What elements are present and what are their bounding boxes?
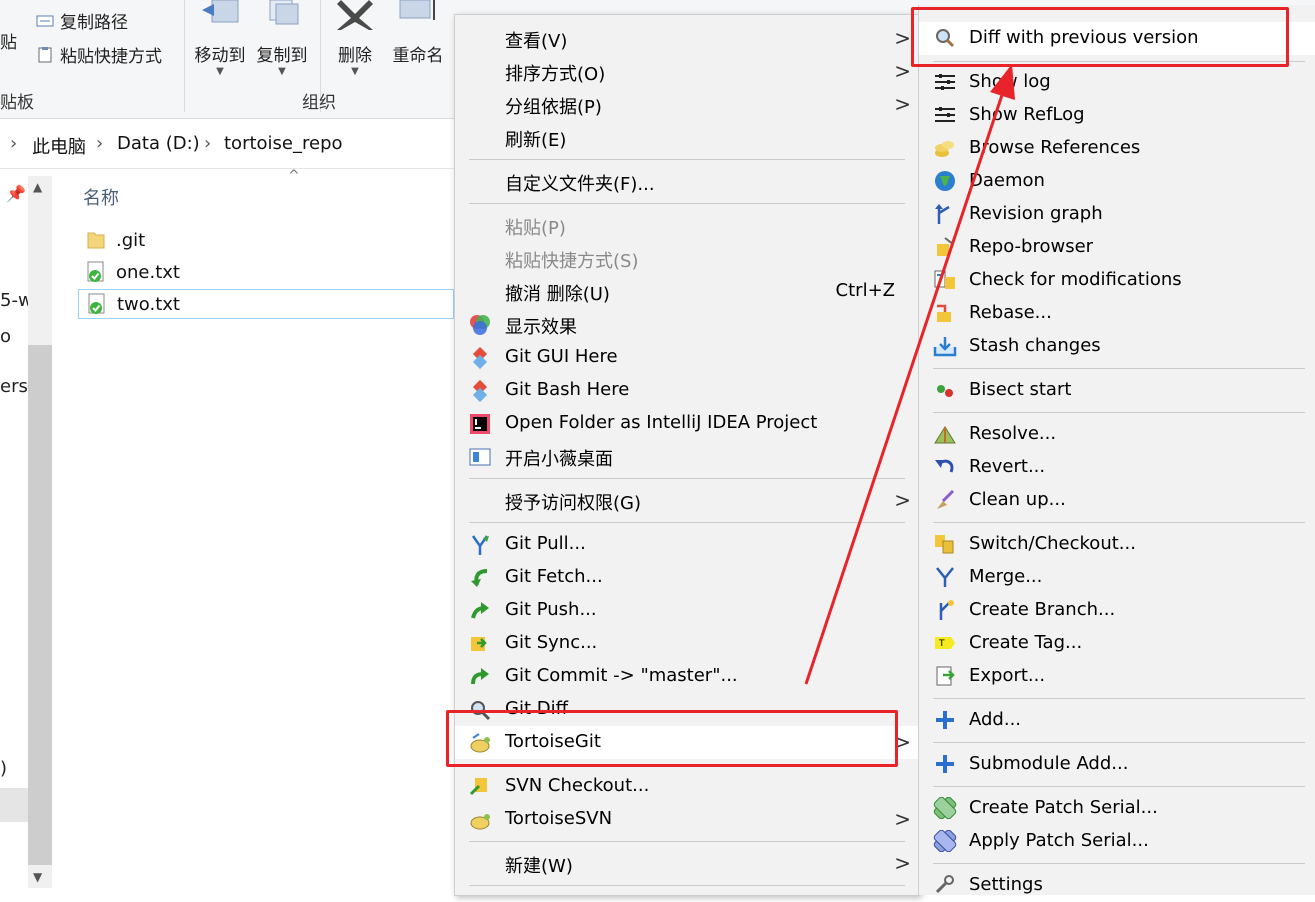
annotation-arrow <box>804 64 1015 685</box>
